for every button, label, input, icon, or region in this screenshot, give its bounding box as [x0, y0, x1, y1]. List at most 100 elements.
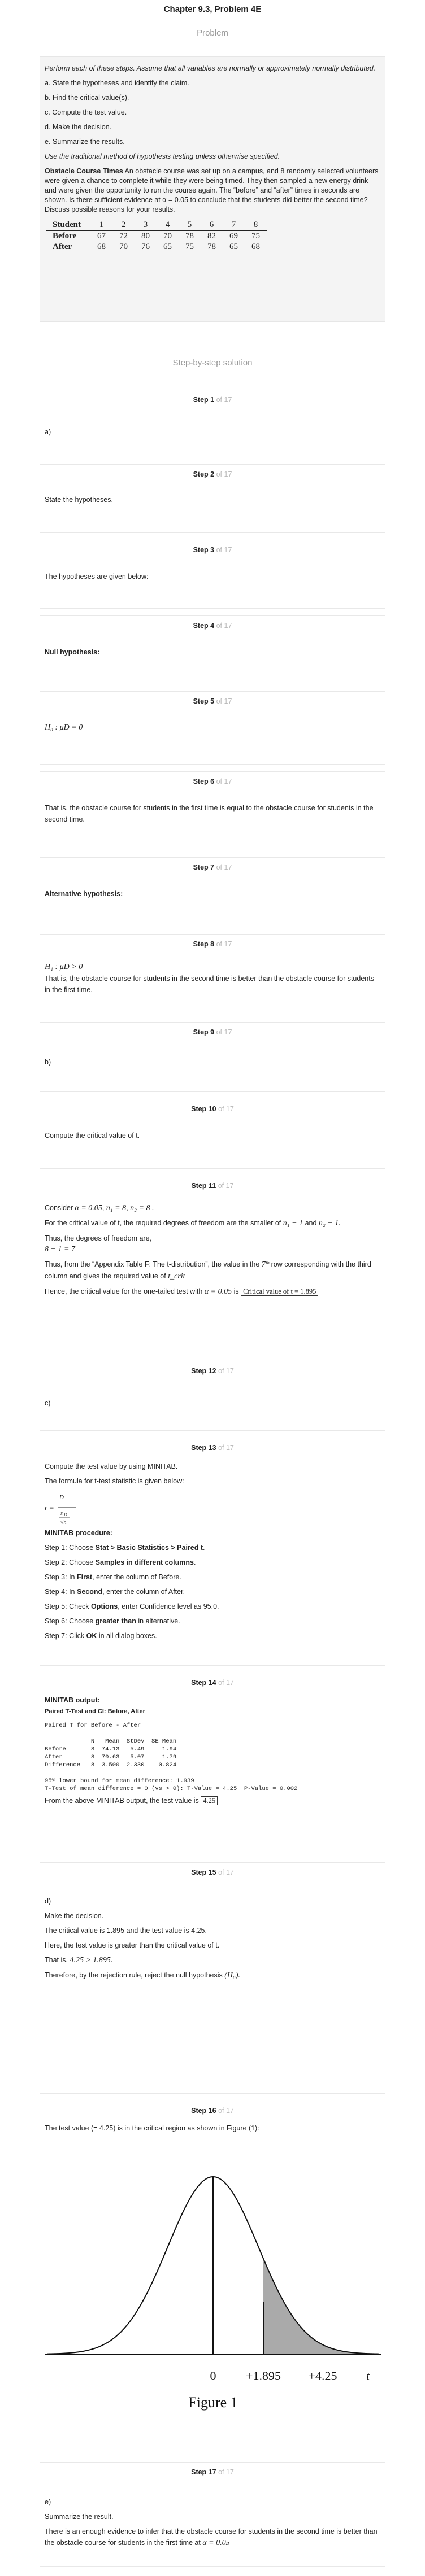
step-total: of 17	[218, 2107, 234, 2115]
procedure-step: Step 6: Choose greater than in alternati…	[45, 1616, 380, 1627]
procedure-step: Step 5: Check Options, enter Confidence …	[45, 1601, 380, 1612]
table-cell: 75	[251, 232, 261, 241]
h0-math: (H₀).	[224, 1971, 241, 1980]
procedure-title: MINITAB procedure:	[45, 1529, 112, 1537]
test-value-box: 4.25	[201, 1796, 218, 1805]
step-number: Step 10	[191, 1105, 216, 1113]
output-subtitle: Paired T-Test and CI: Before, After	[45, 1708, 145, 1715]
step-8: Step 8 of 17 H₁ : μD > 0 That is, the ob…	[40, 934, 385, 1015]
problem-item-a: a. State the hypotheses and identify the…	[45, 79, 189, 87]
step-total: of 17	[216, 1028, 232, 1036]
step-text: c)	[45, 1399, 51, 1407]
step-17: Step 17 of 17 e) Summarize the result. T…	[40, 2462, 385, 2567]
procedure-text: in alternative.	[136, 1617, 180, 1625]
procedure-text: Step 2: Choose	[45, 1558, 96, 1566]
table-cell: Before	[46, 230, 91, 242]
step-3: Step 3 of 17 The hypotheses are given be…	[40, 540, 385, 609]
solution-label: Step-by-step solution	[172, 358, 253, 368]
problem-title: Obstacle Course Times	[45, 167, 123, 175]
step-text: The test value (= 4.25) is in the critic…	[45, 2124, 259, 2132]
step-header: Step 2 of 17	[40, 465, 385, 478]
step-text: Hence, the critical value for the one-ta…	[45, 1287, 203, 1295]
null-hypothesis-math: H₀ : μD = 0	[45, 723, 83, 732]
step-header: Step 16 of 17	[40, 2101, 385, 2115]
table-cell: 75	[185, 242, 194, 251]
step-text: State the hypotheses.	[45, 496, 113, 504]
step-text: Summarize the result.	[45, 2513, 114, 2521]
given-values-math: α = 0.05, n₁ = 8, n₂ = 8 .	[75, 1204, 154, 1212]
problem-item-e: e. Summarize the results.	[45, 138, 125, 146]
step-text: That is, the obstacle course for student…	[45, 975, 374, 994]
problem-item-c: c. Compute the test value.	[45, 108, 127, 116]
step-13: Step 13 of 17 Compute the test value by …	[40, 1438, 385, 1666]
data-table: Student 1 2 3 4 5 6 7 8 Before 67 72 80 …	[46, 220, 267, 252]
procedure-text: , enter Confidence level as 95.0.	[118, 1603, 219, 1610]
step-total: of 17	[216, 940, 232, 948]
procedure-text: Step 1: Choose	[45, 1544, 96, 1552]
procedure-emphasis: greater than	[95, 1617, 136, 1625]
problem-item-b: b. Find the critical value(s).	[45, 94, 129, 102]
procedure-emphasis: OK	[86, 1632, 97, 1640]
problem-box: Perform each of these steps. Assume that…	[40, 56, 385, 322]
alpha-math: α = 0.05	[204, 1287, 232, 1296]
step-text: The formula for t-test statistic is give…	[45, 1477, 184, 1485]
step-text: That is, the obstacle course for student…	[45, 804, 374, 823]
step-number: Step 11	[191, 1182, 216, 1190]
step-number: Step 16	[191, 2107, 216, 2115]
procedure-text: .	[203, 1544, 205, 1552]
svg-text:√n: √n	[60, 1520, 67, 1525]
table-cell: 68	[251, 242, 261, 251]
step-header: Step 6 of 17	[40, 772, 385, 785]
axis-label-critical: +1.895	[246, 2369, 281, 2383]
table-cell: 80	[141, 232, 150, 241]
procedure-step: Step 7: Click OK in all dialog boxes.	[45, 1630, 380, 1641]
table-cell: 65	[229, 242, 238, 251]
step-number: Step 1	[193, 396, 215, 404]
problem-label: Problem	[197, 28, 228, 38]
table-row-before: Before 67 72 80 70 78 82 69 75	[46, 230, 267, 242]
step-total: of 17	[216, 622, 232, 630]
alpha-math: α = 0.05	[202, 2539, 230, 2547]
step-text: Therefore, by the rejection rule, reject…	[45, 1971, 223, 1979]
step-header: Step 9 of 17	[40, 1023, 385, 1036]
table-cell: 68	[97, 242, 106, 251]
step-text: The critical value is 1.895 and the test…	[45, 1927, 207, 1935]
df-math: n₂ − 1.	[318, 1219, 341, 1228]
step-header: Step 12 of 17	[40, 1361, 385, 1375]
step-11: Step 11 of 17 Consider α = 0.05, n₁ = 8,…	[40, 1176, 385, 1354]
step-number: Step 13	[191, 1444, 216, 1452]
step-total: of 17	[216, 546, 232, 554]
table-cell: 8	[245, 220, 267, 231]
step-number: Step 7	[193, 863, 215, 871]
method-note: Use the traditional method of hypothesis…	[45, 152, 280, 160]
minitab-output: Paired T for Before - After N Mean StDev…	[45, 1722, 298, 1792]
chapter-title: Chapter 9.3, Problem 4E	[163, 5, 262, 14]
step-12: Step 12 of 17 c)	[40, 1361, 385, 1431]
output-title: MINITAB output:	[45, 1696, 100, 1704]
tcrit-math: t_crit	[168, 1272, 185, 1281]
table-cell: 78	[185, 232, 194, 241]
table-cell: 65	[163, 242, 172, 251]
step-5: Step 5 of 17 H₀ : μD = 0	[40, 691, 385, 765]
table-cell: 82	[207, 232, 216, 241]
step-text: Thus, from the “Appendix Table F: The t-…	[45, 1260, 260, 1268]
procedure-text: Step 3: In	[45, 1573, 77, 1581]
step-total: of 17	[216, 863, 232, 871]
axis-label-t: t	[366, 2369, 370, 2383]
step-7: Step 7 of 17 Alternative hypothesis:	[40, 857, 385, 927]
procedure-text: , enter the column of After.	[102, 1588, 185, 1596]
step-text: a)	[45, 428, 51, 436]
step-header: Step 5 of 17	[40, 692, 385, 705]
comparison-math: 4.25 > 1.895.	[70, 1956, 113, 1964]
table-cell: Student	[46, 220, 91, 231]
problem-item-d: d. Make the decision.	[45, 123, 112, 131]
svg-text:t =: t =	[45, 1504, 54, 1513]
step-total: of 17	[218, 1105, 234, 1113]
procedure-emphasis: Second	[76, 1588, 103, 1596]
df-math: n₁ − 1	[283, 1219, 303, 1228]
table-header-row: Student 1 2 3 4 5 6 7 8	[46, 220, 267, 231]
step-header: Step 13 of 17	[40, 1438, 385, 1452]
table-row-after: After 68 70 76 65 75 78 65 68	[46, 242, 267, 252]
table-cell: 6	[201, 220, 223, 231]
t-formula-graphic: t = D̄ s D √n	[45, 1494, 76, 1526]
